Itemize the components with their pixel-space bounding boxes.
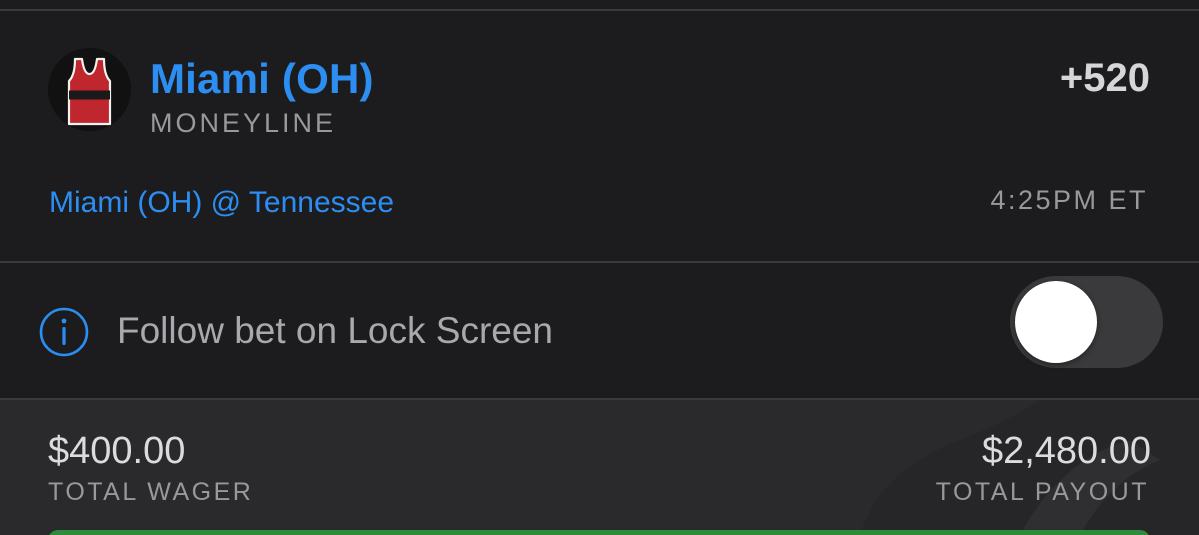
follow-bet-row: Follow bet on Lock Screen xyxy=(0,263,1199,398)
place-bet-button[interactable] xyxy=(48,530,1150,535)
odds: +520 xyxy=(1059,56,1150,100)
bet-slip: Miami (OH) MONEYLINE +520 Miami (OH) @ T… xyxy=(0,0,1199,535)
follow-bet-label: Follow bet on Lock Screen xyxy=(117,310,554,351)
total-payout-amount: $2,480.00 xyxy=(981,430,1151,472)
follow-bet-toggle[interactable] xyxy=(1010,276,1163,368)
basketball-jersey-icon xyxy=(67,57,112,126)
bet-selection-card: Miami (OH) MONEYLINE +520 Miami (OH) @ T… xyxy=(0,11,1199,261)
game-time: 4:25PM ET xyxy=(990,185,1148,215)
total-wager-amount: $400.00 xyxy=(48,430,186,472)
toggle-knob xyxy=(1015,281,1097,363)
totals-footer: $400.00 TOTAL WAGER $2,480.00 TOTAL PAYO… xyxy=(0,400,1199,535)
total-payout-label: TOTAL PAYOUT xyxy=(935,478,1149,506)
matchup-link[interactable]: Miami (OH) @ Tennessee xyxy=(49,186,394,220)
team-avatar xyxy=(48,48,131,131)
total-wager-label: TOTAL WAGER xyxy=(48,478,254,506)
market-type: MONEYLINE xyxy=(150,108,337,138)
info-icon[interactable] xyxy=(39,307,89,357)
team-name: Miami (OH) xyxy=(150,55,374,102)
